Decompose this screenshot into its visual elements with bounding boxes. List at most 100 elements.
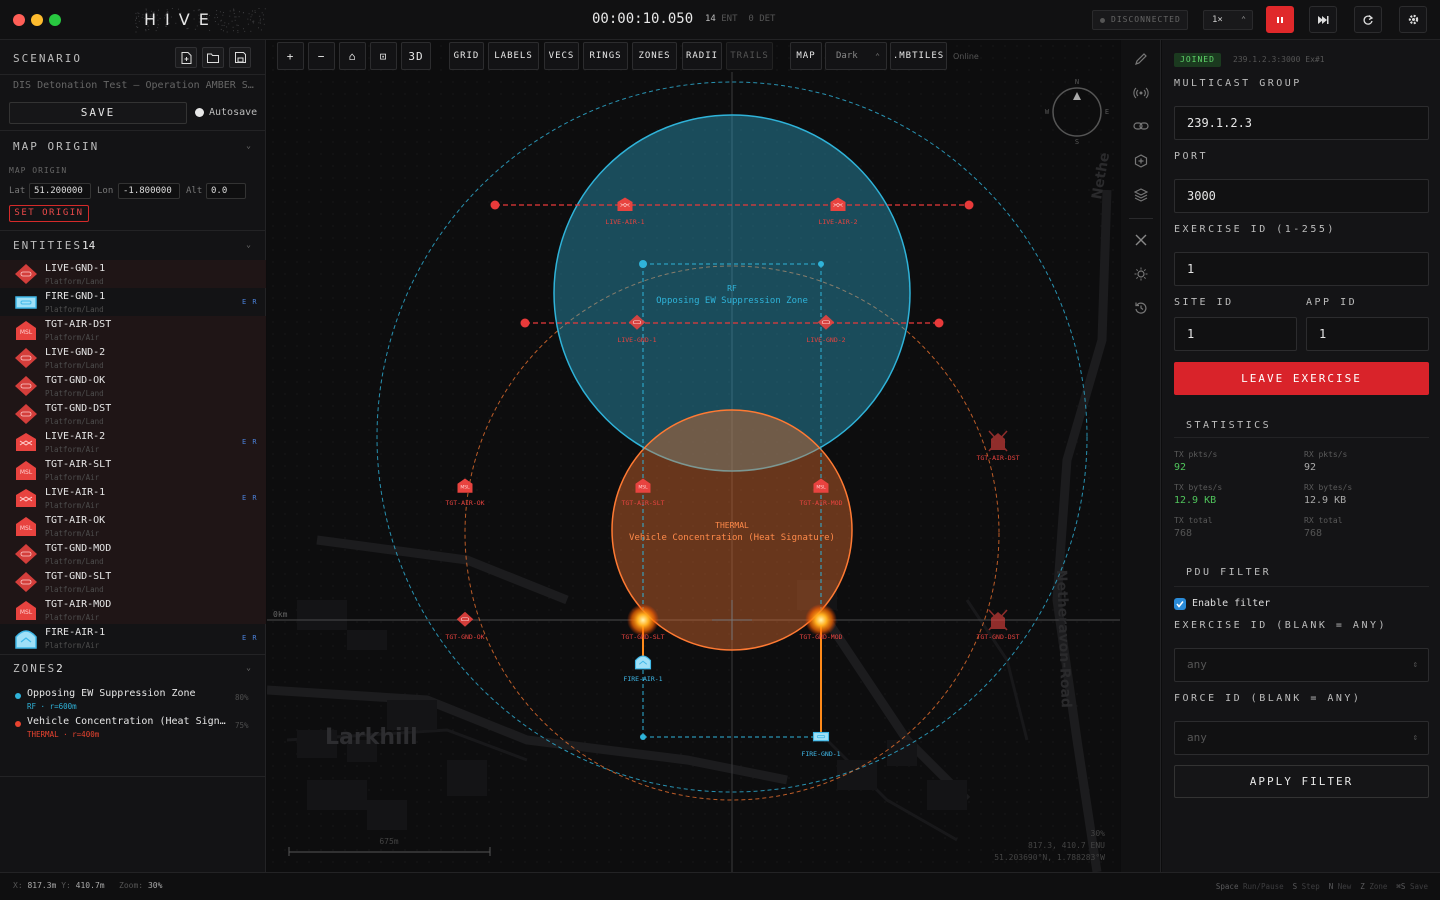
- noise-pixel: [264, 8, 266, 10]
- entity-list-item[interactable]: TGT-GND-SLT Platform/Land: [0, 568, 266, 596]
- mbtiles-button[interactable]: .MBTILES: [890, 42, 947, 70]
- save-scenario-icon-button[interactable]: [229, 47, 251, 68]
- map-toggle[interactable]: MAP: [790, 42, 822, 70]
- pause-button[interactable]: [1266, 6, 1294, 33]
- entity-list-item[interactable]: TGT-GND-DST Platform/Land: [0, 400, 266, 428]
- zone-list-item[interactable]: Opposing EW Suppression Zone RF · r=600m…: [0, 685, 266, 713]
- window-close-dot[interactable]: [13, 14, 25, 26]
- fit-button[interactable]: ⊡: [370, 42, 397, 70]
- zoom-in-button[interactable]: +: [277, 42, 304, 70]
- reset-button[interactable]: [1354, 6, 1382, 33]
- map-entity-tgt-gnd-slt[interactable]: TGT-GND-SLT: [621, 633, 664, 641]
- entity-list-item[interactable]: MSL TGT-AIR-MOD Platform/Air: [0, 596, 266, 624]
- entity-list-item[interactable]: LIVE-GND-2 Platform/Land: [0, 344, 266, 372]
- sun-icon[interactable]: [1133, 267, 1149, 283]
- collapse-chevron-icon[interactable]: ⌄: [246, 141, 251, 150]
- map-viewport[interactable]: 0km RF Opposing EW Suppression Zone THER…: [267, 40, 1120, 872]
- zone-list-item[interactable]: Vehicle Concentration (Heat Sign… THERMA…: [0, 713, 266, 741]
- step-button[interactable]: [1309, 6, 1337, 33]
- entity-icon: [14, 375, 38, 397]
- new-scenario-button[interactable]: [175, 47, 197, 68]
- window-minimize-dot[interactable]: [31, 14, 43, 26]
- save-button[interactable]: SAVE: [9, 102, 187, 124]
- entity-list-item[interactable]: LIVE-AIR-1 Platform/Air E R: [0, 484, 266, 512]
- entity-list-item[interactable]: TGT-GND-OK Platform/Land: [0, 372, 266, 400]
- broadcast-icon[interactable]: [1133, 86, 1149, 102]
- rings-toggle[interactable]: RINGS: [583, 42, 628, 70]
- entity-icon: [14, 487, 38, 509]
- km-label: 0km: [273, 610, 288, 619]
- settings-button[interactable]: [1399, 6, 1427, 33]
- scenario-name[interactable]: DIS Detonation Test — Operation AMBER S…: [13, 80, 256, 91]
- add-entity-icon[interactable]: [1133, 154, 1149, 170]
- lat-input[interactable]: 51.200000: [29, 183, 91, 199]
- window-maximize-dot[interactable]: [49, 14, 61, 26]
- entity-name: TGT-AIR-DST: [45, 319, 112, 330]
- map-entity-label: TGT-AIR-SLT: [621, 499, 664, 507]
- set-origin-button[interactable]: SET ORIGIN: [9, 205, 89, 222]
- enable-filter-checkbox[interactable]: [1174, 598, 1186, 610]
- collapse-chevron-icon[interactable]: ⌄: [246, 240, 251, 249]
- open-scenario-button[interactable]: [202, 47, 224, 68]
- noise-pixel: [238, 16, 240, 18]
- pdu-filter-heading: PDU FILTER: [1186, 567, 1272, 578]
- labels-toggle[interactable]: LABELS: [488, 42, 539, 70]
- collapse-chevron-icon[interactable]: ⌄: [246, 663, 251, 672]
- zone-color-dot: [15, 721, 21, 727]
- app-id-input[interactable]: 1: [1306, 317, 1429, 351]
- layers-icon[interactable]: [1133, 188, 1149, 204]
- noise-pixel: [137, 27, 138, 28]
- port-input[interactable]: 3000: [1174, 179, 1429, 213]
- noise-pixel: [135, 16, 137, 18]
- zoom-out-button[interactable]: −: [308, 42, 335, 70]
- filter-exercise-input[interactable]: any ⇕: [1174, 648, 1429, 682]
- entity-list-item[interactable]: FIRE-GND-1 Platform/Land E R: [0, 288, 266, 316]
- entity-list-item[interactable]: LIVE-AIR-2 Platform/Air E R: [0, 428, 266, 456]
- link-icon[interactable]: [1133, 120, 1149, 136]
- noise-pixel: [258, 8, 260, 9]
- stepper-icon[interactable]: ⇕: [1413, 722, 1418, 754]
- leave-exercise-button[interactable]: LEAVE EXERCISE: [1174, 362, 1429, 395]
- force-id-label: FORCE ID (BLANK = ANY): [1174, 693, 1362, 704]
- rf-zone-type: RF: [727, 284, 737, 293]
- trails-toggle[interactable]: TRAILS: [726, 42, 773, 70]
- entity-list-item[interactable]: LIVE-GND-1 Platform/Land: [0, 260, 266, 288]
- entity-list-item[interactable]: MSL TGT-AIR-DST Platform/Air: [0, 316, 266, 344]
- site-id-input[interactable]: 1: [1174, 317, 1297, 351]
- map-entity-label: LIVE-GND-2: [806, 336, 845, 344]
- entity-type: Platform/Air: [45, 333, 100, 342]
- grid-toggle[interactable]: GRID: [449, 42, 484, 70]
- speed-select[interactable]: 1× ⌃: [1203, 10, 1253, 30]
- link-svg: [1133, 122, 1149, 130]
- zones-toggle[interactable]: ZONES: [632, 42, 677, 70]
- detonation-tool-icon[interactable]: [1133, 233, 1149, 249]
- app-id-label: APP ID: [1306, 297, 1358, 308]
- multicast-input[interactable]: 239.1.2.3: [1174, 106, 1429, 140]
- entity-list-item[interactable]: MSL TGT-AIR-OK Platform/Air: [0, 512, 266, 540]
- history-icon[interactable]: [1133, 301, 1149, 317]
- noise-pixel: [253, 20, 255, 22]
- map-style-select[interactable]: Dark ⌃: [825, 42, 887, 70]
- vecs-toggle[interactable]: VECS: [544, 42, 579, 70]
- autosave-toggle[interactable]: Autosave: [195, 107, 257, 118]
- alt-input[interactable]: 0.0: [206, 183, 246, 199]
- apply-filter-button[interactable]: APPLY FILTER: [1174, 765, 1429, 798]
- radii-toggle[interactable]: RADII: [682, 42, 722, 70]
- entity-list-item[interactable]: MSL TGT-AIR-SLT Platform/Air: [0, 456, 266, 484]
- entity-type: Platform/Air: [45, 445, 100, 454]
- map-entity-tgt-gnd-mod[interactable]: TGT-GND-MOD: [799, 633, 842, 641]
- noise-pixel: [247, 18, 249, 20]
- entity-list-item[interactable]: FIRE-AIR-1 Platform/Air E R: [0, 624, 266, 652]
- entity-icon: [14, 571, 38, 593]
- entity-list-item[interactable]: TGT-GND-MOD Platform/Land: [0, 540, 266, 568]
- view-3d-button[interactable]: 3D: [401, 42, 431, 70]
- home-button[interactable]: ⌂: [339, 42, 366, 70]
- pencil-icon[interactable]: [1133, 52, 1149, 68]
- force-id-input[interactable]: any ⇕: [1174, 721, 1429, 755]
- stepper-icon[interactable]: ⇕: [1413, 649, 1418, 681]
- map-canvas[interactable]: 0km RF Opposing EW Suppression Zone THER…: [267, 40, 1120, 872]
- entity-type: Platform/Land: [45, 417, 104, 426]
- lon-input[interactable]: -1.800000: [118, 183, 180, 199]
- entity-type: Platform/Land: [45, 361, 104, 370]
- exercise-id-input[interactable]: 1: [1174, 252, 1429, 286]
